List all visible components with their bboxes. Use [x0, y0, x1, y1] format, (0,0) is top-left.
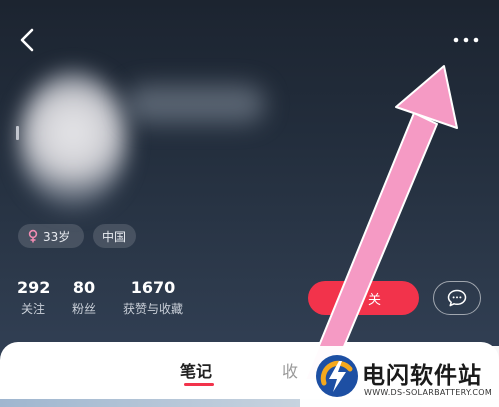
profile-screen: 33岁 中国 292 关注 80 粉丝 1670 获赞与收藏 关 笔记 收 电闪…	[0, 0, 499, 407]
fans-stat[interactable]: 80 粉丝	[69, 278, 99, 317]
region-tag: 中国	[93, 224, 136, 248]
following-label: 关注	[20, 302, 45, 316]
tab-collect[interactable]: 收	[282, 358, 298, 382]
ellipsis-icon	[453, 37, 479, 43]
lightning-bolt-icon	[316, 355, 358, 397]
watermark-title: 电闪软件站	[362, 363, 482, 389]
likes-label: 获赞与收藏	[122, 302, 183, 316]
arrow-shaft	[304, 112, 438, 381]
arrow-head	[395, 65, 458, 129]
watermark-url: WWW.DS-SOLARBATTERY.COM	[364, 388, 493, 397]
chat-bubble-icon	[447, 289, 467, 307]
region-tag-label: 中国	[102, 229, 127, 244]
likes-stat[interactable]: 1670 获赞与收藏	[114, 278, 192, 317]
female-icon	[28, 229, 38, 243]
more-options-button[interactable]	[448, 30, 484, 50]
tab-notes[interactable]: 笔记	[180, 358, 212, 382]
following-count: 292	[17, 278, 51, 297]
likes-count: 1670	[130, 278, 176, 297]
fans-count: 80	[72, 278, 96, 297]
back-button[interactable]	[14, 26, 42, 54]
username-blurred	[125, 85, 265, 123]
message-button[interactable]	[433, 281, 481, 315]
age-tag-label: 33岁	[43, 229, 71, 244]
follow-button-label: 关	[367, 292, 381, 308]
fans-label: 粉丝	[71, 302, 96, 316]
follow-button[interactable]: 关	[308, 281, 419, 315]
active-tab-indicator	[184, 383, 214, 386]
following-stat[interactable]: 292 关注	[17, 278, 51, 317]
avatar[interactable]	[18, 70, 128, 210]
chevron-left-icon	[20, 28, 34, 52]
age-tag: 33岁	[18, 224, 84, 248]
